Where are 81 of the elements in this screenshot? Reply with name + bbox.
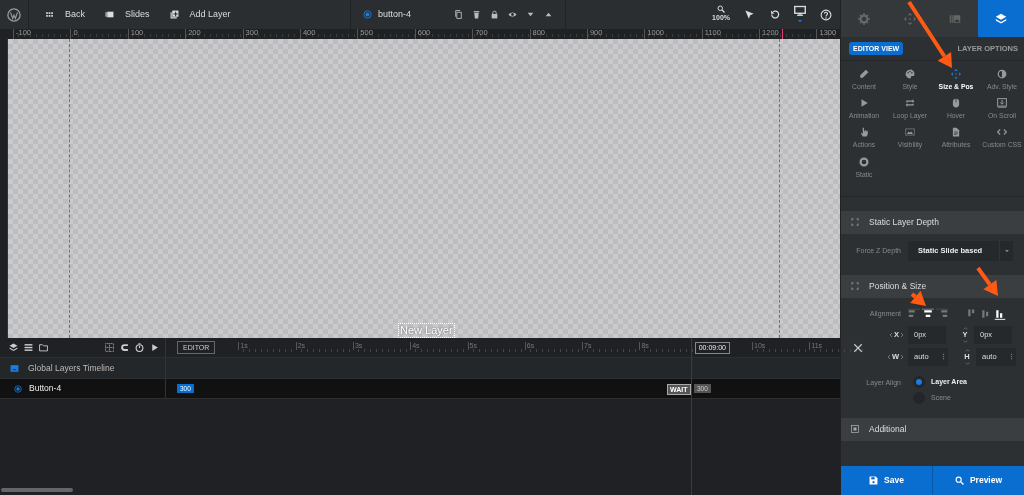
chevron-right-icon [900, 331, 904, 338]
chevron-up-icon [964, 347, 970, 353]
section-title: Position & Size [869, 279, 927, 293]
panel-tab[interactable] [978, 0, 1024, 37]
caret-up-icon[interactable] [544, 10, 553, 19]
search-icon [954, 476, 964, 485]
lock-icon[interactable] [490, 10, 499, 19]
logo-icon [7, 7, 21, 22]
hand-icon [859, 127, 869, 138]
chevron-up-icon [962, 325, 968, 331]
chevron-left-icon [886, 353, 891, 360]
loop-icon [905, 98, 915, 109]
toolbar-button[interactable]: Add Layer [169, 7, 231, 22]
circle-icon [859, 156, 869, 167]
cursor-icon[interactable] [744, 9, 755, 20]
section-header[interactable]: Additional [841, 417, 1024, 441]
contrast-icon [997, 69, 1007, 79]
pencil-icon [859, 69, 869, 79]
toolbar-button[interactable]: Back [45, 7, 85, 22]
layer-type-icon [363, 10, 372, 19]
mouse-icon [951, 98, 961, 109]
expand-icon [851, 218, 859, 227]
list-icon[interactable] [24, 343, 33, 352]
images-icon [949, 12, 962, 25]
search-icon [717, 5, 726, 14]
trash-icon[interactable] [472, 10, 481, 19]
undo-icon[interactable] [769, 9, 780, 20]
caret-down-icon[interactable] [526, 10, 535, 19]
download-icon [997, 98, 1007, 109]
section-title: Static Layer Depth [869, 215, 939, 229]
close-icon[interactable] [852, 342, 863, 353]
grid-icon[interactable] [105, 343, 114, 352]
eye-icon[interactable] [508, 10, 517, 19]
magnet-icon[interactable] [120, 343, 129, 352]
section-header[interactable]: Position & Size [841, 274, 1024, 298]
caret-down-icon [797, 18, 803, 24]
chevron-left-icon [889, 331, 893, 338]
layer-label[interactable]: Button-4 [29, 382, 62, 395]
monitor-icon [794, 5, 806, 17]
annotation-arrow [910, 290, 926, 306]
additional-icon [851, 425, 859, 434]
layers-icon[interactable] [9, 343, 18, 352]
group-label[interactable]: Global Layers Timeline [28, 361, 115, 375]
slides-icon [105, 10, 114, 19]
section-header[interactable]: Static Layer Depth [841, 210, 1024, 234]
add-layer-icon [169, 10, 179, 19]
settings-icon [857, 12, 870, 25]
annotation-arrow [907, 0, 952, 68]
grid-icon [45, 10, 54, 19]
palette-icon [905, 69, 915, 79]
timeline-icon [10, 363, 19, 373]
layer-type-icon [14, 384, 22, 393]
folder-icon[interactable] [39, 343, 48, 352]
move-icon [951, 69, 961, 79]
expand-icon [851, 282, 859, 291]
chevron-down-icon [964, 360, 970, 366]
scrollbar[interactable] [1, 488, 73, 492]
image-icon [905, 127, 915, 138]
move-icon [903, 12, 916, 25]
section-title: Additional [869, 422, 907, 436]
code-icon [997, 127, 1007, 138]
play-icon[interactable] [150, 343, 159, 352]
ruler-marker [782, 29, 783, 39]
play-icon [859, 98, 869, 109]
file-icon [951, 127, 961, 138]
help-icon[interactable] [820, 8, 832, 21]
toolbar-button[interactable]: Slides [105, 7, 150, 22]
save-icon [869, 476, 879, 485]
caret-down-icon [1003, 247, 1010, 254]
align-center-icon[interactable] [922, 307, 934, 320]
preview-button[interactable]: Preview [932, 466, 1024, 495]
timer-icon[interactable] [135, 343, 144, 352]
layers-icon [995, 12, 1008, 25]
align-bottom-icon[interactable] [994, 307, 1006, 320]
chevron-down-icon [962, 338, 968, 344]
save-button[interactable]: Save [841, 466, 932, 495]
copy-icon[interactable] [454, 10, 463, 19]
annotation-arrow [976, 266, 998, 296]
layer-name: button-4 [378, 7, 412, 21]
device-button[interactable] [794, 5, 806, 24]
chevron-right-icon [900, 353, 904, 360]
